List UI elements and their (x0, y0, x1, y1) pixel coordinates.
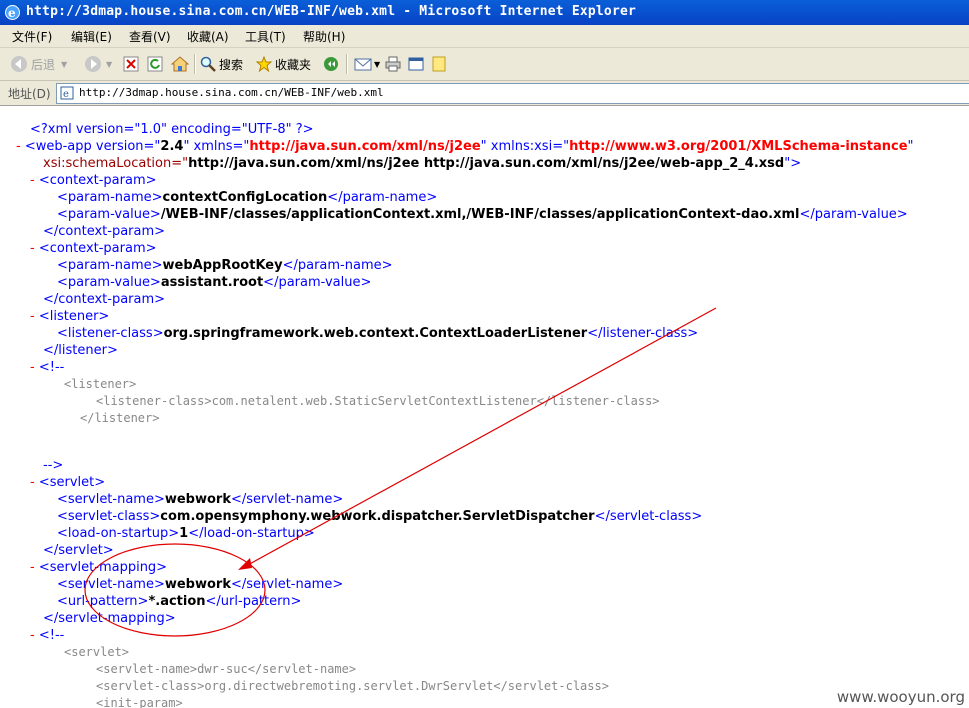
star-icon (256, 56, 272, 72)
menu-bar: 文件(F) 编辑(E) 查看(V) 收藏(A) 工具(T) 帮助(H) (0, 25, 969, 48)
notes-button[interactable] (431, 53, 447, 75)
address-url: http://3dmap.house.sina.com.cn/WEB-INF/w… (79, 86, 384, 99)
forward-dropdown-icon[interactable]: ▼ (106, 60, 112, 69)
edit-button[interactable] (408, 53, 424, 75)
forward-button[interactable]: ▼ (84, 53, 112, 75)
media-button[interactable] (323, 53, 339, 75)
svg-text:e: e (8, 6, 16, 20)
mail-dropdown-icon[interactable]: ▼ (374, 60, 380, 69)
back-button[interactable]: 后退 ▼ (10, 53, 67, 75)
menu-edit[interactable]: 编辑(E) (71, 28, 112, 45)
address-bar: 地址(D) e http://3dmap.house.sina.com.cn/W… (0, 81, 969, 106)
menu-tools[interactable]: 工具(T) (245, 28, 286, 45)
toolbar: 后退 ▼ ▼ 搜索 收藏夹 ▼ (0, 48, 969, 81)
home-icon (171, 56, 189, 72)
favorites-label: 收藏夹 (275, 57, 312, 72)
favorites-button[interactable]: 收藏夹 (256, 53, 311, 75)
edit-page-icon (408, 57, 424, 71)
refresh-icon (147, 56, 163, 72)
search-label: 搜索 (219, 57, 244, 72)
refresh-button[interactable] (147, 53, 163, 75)
mail-icon (354, 58, 372, 71)
back-arrow-icon (11, 56, 27, 72)
window-title: http://3dmap.house.sina.com.cn/WEB-INF/w… (26, 4, 637, 19)
xml-viewer: <?xml version="1.0" encoding="UTF-8" ?> … (0, 106, 969, 708)
menu-favorites[interactable]: 收藏(A) (187, 28, 229, 45)
ie-logo-icon: e (5, 5, 20, 20)
notes-icon (432, 56, 446, 72)
annotation-arrow-line (245, 307, 717, 567)
menu-view[interactable]: 查看(V) (129, 28, 171, 45)
stop-button[interactable] (123, 53, 139, 75)
menu-help[interactable]: 帮助(H) (303, 28, 345, 45)
back-dropdown-icon[interactable]: ▼ (61, 60, 67, 69)
print-icon (385, 56, 401, 72)
back-label: 后退 (31, 57, 56, 72)
address-label: 地址(D) (8, 87, 51, 101)
svg-text:e: e (63, 89, 69, 100)
stop-icon (123, 56, 139, 72)
mail-button[interactable]: ▼ (354, 53, 380, 75)
search-icon (200, 56, 216, 72)
media-icon (324, 57, 338, 71)
search-button[interactable]: 搜索 (200, 53, 243, 75)
home-button[interactable] (171, 53, 189, 75)
forward-arrow-icon (85, 56, 101, 72)
menu-file[interactable]: 文件(F) (12, 28, 52, 45)
print-button[interactable] (385, 53, 401, 75)
page-icon: e (60, 86, 74, 100)
title-bar: e http://3dmap.house.sina.com.cn/WEB-INF… (0, 0, 969, 25)
watermark: www.wooyun.org (836, 688, 965, 706)
address-input[interactable]: e http://3dmap.house.sina.com.cn/WEB-INF… (56, 83, 969, 104)
annotation-circle (84, 543, 266, 637)
annotation-overlay (84, 307, 717, 637)
